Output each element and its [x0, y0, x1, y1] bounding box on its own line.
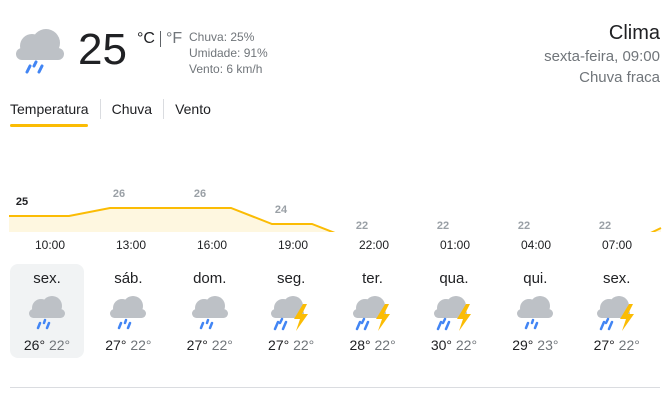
day-low: 22° [374, 337, 396, 353]
time-label: 07:00 [601, 238, 633, 252]
day-card[interactable]: sex. 26° 22° [10, 264, 84, 358]
day-temps: 27° 22° [173, 336, 247, 354]
day-high: 28° [349, 337, 371, 353]
day-low: 22° [618, 337, 640, 353]
chart-value-label: 25 [16, 196, 28, 208]
day-low: 22° [130, 337, 152, 353]
precipitation-text: Chuva: 25% [189, 30, 255, 44]
day-high: 27° [268, 337, 290, 353]
thunderstorm-icon [350, 292, 396, 334]
time-label: 16:00 [196, 238, 228, 252]
day-low: 22° [455, 337, 478, 353]
day-card[interactable]: ter. 28° 22° [336, 264, 410, 358]
day-temps: 26° 22° [10, 336, 84, 354]
day-high: 26° [23, 337, 46, 353]
rain-cloud-icon [24, 292, 70, 334]
day-low: 22° [293, 337, 315, 353]
day-low: 22° [48, 337, 71, 353]
weather-title: Clima [608, 22, 660, 44]
tab-vento[interactable]: Vento [163, 99, 222, 119]
current-temperature: 25 [78, 25, 127, 74]
time-label: 01:00 [439, 238, 471, 252]
day-high: 27° [105, 337, 127, 353]
chart-value-label: 22 [356, 220, 368, 232]
day-card[interactable]: qua. 30° 22° [417, 264, 491, 358]
rain-cloud-icon [512, 292, 558, 334]
day-temps: 30° 22° [417, 336, 491, 354]
humidity-text: Umidade: 91% [189, 46, 268, 60]
day-temps: 27° 22° [91, 336, 165, 354]
daily-forecast: sex. 26° 22° sáb. 27° 22° dom. 27° 22° s… [10, 264, 654, 358]
chart-area-fill [9, 208, 661, 232]
day-high: 30° [430, 337, 452, 353]
day-temps: 27° 22° [580, 336, 654, 354]
weather-header: Clima sexta-feira, 09:00 Chuva fraca [544, 20, 660, 88]
tab-bar: Temperatura Chuva Vento [10, 99, 222, 119]
day-name: sex. [602, 270, 631, 287]
chart-value-label: 26 [113, 188, 125, 200]
day-card[interactable]: sáb. 27° 22° [91, 264, 165, 358]
day-high: 29° [512, 337, 534, 353]
tab-chuva[interactable]: Chuva [99, 99, 163, 119]
chart-value-label: 22 [437, 220, 449, 232]
day-temps: 29° 23° [498, 336, 572, 354]
wind-text: Vento: 6 km/h [189, 62, 263, 76]
day-card[interactable]: seg. 27° 22° [254, 264, 328, 358]
day-name: ter. [362, 270, 383, 287]
divider [10, 387, 660, 388]
time-label: 22:00 [358, 238, 390, 252]
unit-toggle: °C °F [137, 30, 182, 48]
chart-value-label: 22 [518, 220, 530, 232]
day-temps: 27° 22° [254, 336, 328, 354]
temperature-chart: 25 26 26 24 22 22 22 22 [9, 188, 662, 232]
time-label: 10:00 [34, 238, 66, 252]
thunderstorm-icon [594, 292, 640, 334]
day-name: qua. [439, 270, 469, 287]
day-name: dom. [193, 270, 227, 287]
rain-cloud-icon [105, 292, 151, 334]
time-label: 04:00 [520, 238, 552, 252]
day-high: 27° [593, 337, 615, 353]
day-name: qui. [523, 270, 548, 287]
weather-condition: Chuva fraca [579, 69, 660, 86]
active-tab-indicator [10, 124, 88, 127]
weather-datetime: sexta-feira, 09:00 [544, 48, 660, 65]
time-label: 13:00 [115, 238, 147, 252]
day-name: seg. [276, 270, 306, 287]
day-low: 22° [211, 337, 233, 353]
time-label: 19:00 [277, 238, 309, 252]
thunderstorm-icon [268, 292, 314, 334]
thunderstorm-icon [431, 292, 477, 334]
day-high: 27° [186, 337, 208, 353]
day-card[interactable]: sex. 27° 22° [580, 264, 654, 358]
current-details: Chuva: 25% Umidade: 91% Vento: 6 km/h [189, 29, 268, 77]
chart-value-label: 26 [194, 188, 206, 200]
day-card[interactable]: qui. 29° 23° [498, 264, 572, 358]
tab-temperatura[interactable]: Temperatura [10, 99, 100, 119]
day-name: sex. [33, 270, 61, 287]
day-temps: 28° 22° [336, 336, 410, 354]
time-axis: 10:00 13:00 16:00 19:00 22:00 01:00 04:0… [0, 238, 670, 254]
day-card[interactable]: dom. 27° 22° [173, 264, 247, 358]
unit-separator [159, 31, 161, 47]
rain-cloud-icon [187, 292, 233, 334]
unit-celsius[interactable]: °C [137, 30, 155, 48]
rain-cloud-icon [16, 29, 64, 74]
chart-value-label: 22 [599, 220, 611, 232]
day-name: sáb. [114, 270, 143, 287]
unit-fahrenheit[interactable]: °F [166, 30, 182, 48]
day-low: 23° [537, 337, 559, 353]
chart-value-label: 24 [275, 204, 288, 216]
